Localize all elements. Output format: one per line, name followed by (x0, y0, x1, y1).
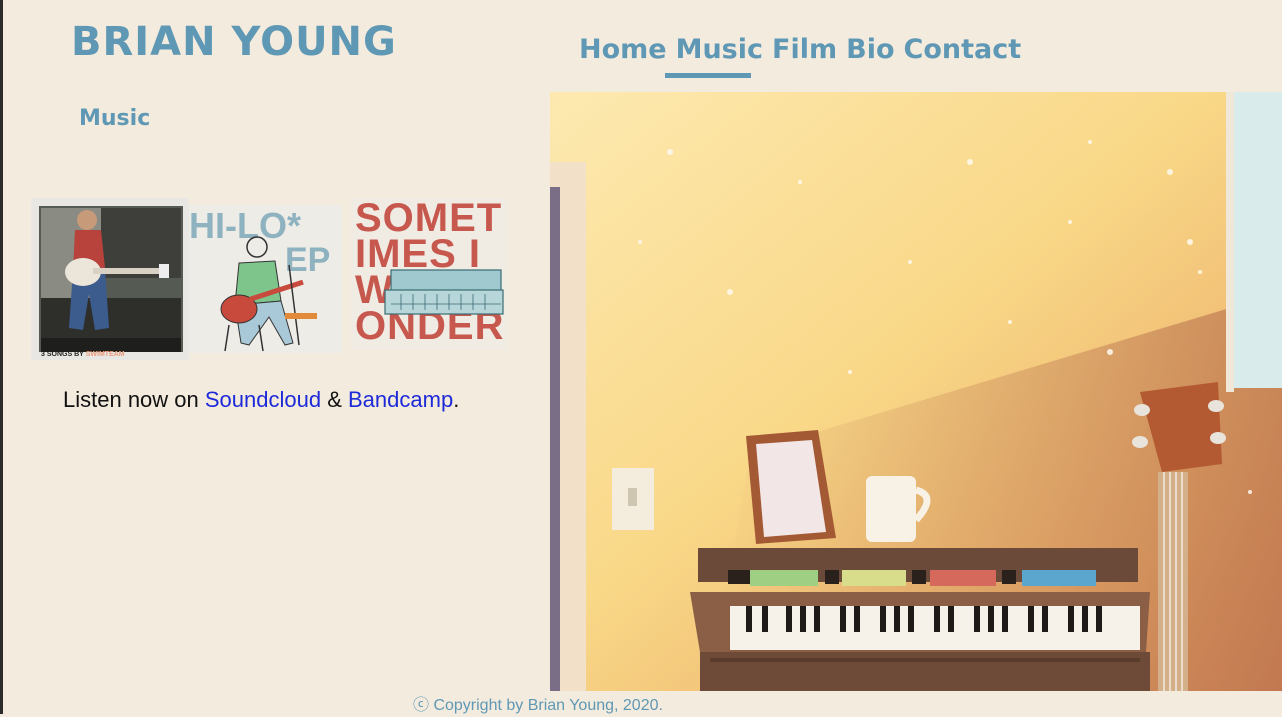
album-caption: 3 SONGS BY SWIMTEAM (41, 351, 125, 358)
album-cover-3-songs-image (31, 198, 189, 360)
album-cover-3-songs[interactable]: 3 SONGS BY SWIMTEAM (31, 198, 189, 360)
album-cover-hi-lo-ep-image (220, 236, 317, 352)
listen-conjunction: & (321, 387, 348, 412)
active-nav-underline (665, 73, 751, 78)
nav-contact[interactable]: Contact (904, 32, 1022, 68)
album-cover-sometimes-i-wonder-image (384, 269, 504, 315)
listen-suffix: . (453, 387, 460, 412)
site-title[interactable]: BRIAN YOUNG (71, 18, 397, 66)
listen-now-text: Listen now on Soundcloud & Bandcamp. (63, 385, 459, 415)
listen-prefix: Listen now on (63, 387, 205, 412)
nav-home[interactable]: Home (579, 32, 667, 68)
piano-illustration (550, 92, 1282, 691)
album-cover-hi-lo-ep[interactable]: HI-LO* EP (189, 205, 342, 353)
page-title: Music (79, 106, 151, 131)
hero-illustration (550, 92, 1282, 691)
bandcamp-link[interactable]: Bandcamp (348, 387, 453, 412)
nav-bio[interactable]: Bio (846, 32, 894, 68)
soundcloud-link[interactable]: Soundcloud (205, 387, 321, 412)
album-cover-sometimes-i-wonder[interactable]: SOMET IMES I W ONDER (351, 198, 507, 350)
nav-music[interactable]: Music (676, 32, 763, 68)
main-nav: Home Music Film Bio Contact (579, 32, 1021, 68)
nav-film[interactable]: Film (772, 32, 837, 68)
